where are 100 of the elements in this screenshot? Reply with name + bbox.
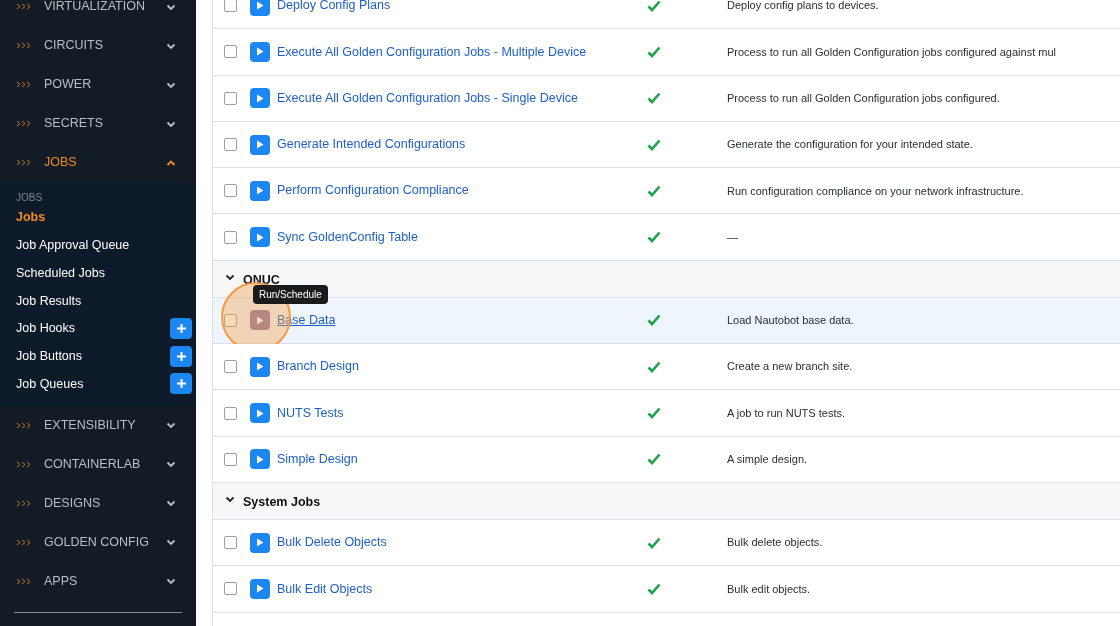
add-button[interactable] bbox=[170, 345, 192, 367]
play-icon bbox=[256, 584, 264, 594]
sidebar-section[interactable]: POWER bbox=[0, 65, 196, 104]
play-icon bbox=[256, 1, 264, 11]
sidebar-section[interactable]: SECRETS bbox=[0, 104, 196, 143]
job-name-link[interactable]: Execute All Golden Configuration Jobs - Multiple Device bbox=[277, 42, 647, 62]
row-checkbox[interactable] bbox=[223, 406, 237, 420]
job-description: A simple design. bbox=[727, 452, 808, 468]
section-label: CONTAINERLAB bbox=[44, 455, 142, 473]
chevrons-icon bbox=[16, 499, 32, 507]
play-icon bbox=[256, 315, 264, 325]
sidebar-section[interactable]: JOBS bbox=[0, 143, 196, 182]
job-description: Load Nautobot base data. bbox=[727, 313, 854, 329]
run-button[interactable] bbox=[250, 88, 270, 109]
add-button[interactable] bbox=[170, 318, 192, 340]
play-icon bbox=[256, 93, 264, 103]
chevron-down-icon bbox=[166, 498, 176, 509]
submenu-item[interactable]: Scheduled Jobs bbox=[16, 263, 192, 283]
play-icon bbox=[256, 232, 264, 242]
row-checkbox[interactable] bbox=[223, 452, 237, 466]
job-description: Generate the configuration for your intended state. bbox=[727, 137, 973, 153]
submenu-item[interactable]: Job Buttons bbox=[16, 346, 170, 366]
play-icon bbox=[256, 408, 264, 418]
run-button[interactable] bbox=[250, 578, 270, 599]
run-button[interactable] bbox=[250, 41, 270, 62]
row-checkbox[interactable] bbox=[223, 0, 237, 13]
tooltip: Run/Schedule bbox=[253, 284, 328, 304]
row-checkbox[interactable] bbox=[223, 230, 237, 244]
run-button[interactable] bbox=[250, 356, 270, 377]
chevron-down-icon bbox=[166, 537, 176, 548]
job-name-link[interactable]: Bulk Edit Objects bbox=[277, 579, 647, 599]
job-description: Bulk delete objects. bbox=[727, 535, 823, 551]
row-checkbox[interactable] bbox=[223, 184, 237, 198]
plus-icon bbox=[175, 323, 187, 335]
sidebar-section[interactable]: DESIGNS bbox=[0, 483, 196, 523]
section-label: CIRCUITS bbox=[44, 37, 105, 55]
run-button[interactable] bbox=[250, 227, 270, 248]
play-icon bbox=[256, 140, 264, 150]
chevron-down-icon bbox=[166, 576, 176, 587]
run-button[interactable] bbox=[250, 449, 270, 470]
submenu-item[interactable]: Job Queues bbox=[16, 374, 170, 394]
job-name-link[interactable]: Perform Configuration Compliance bbox=[277, 181, 647, 201]
submenu-item[interactable]: Job Approval Queue bbox=[16, 236, 192, 255]
job-description: Run configuration compliance on your network infrastructure. bbox=[727, 183, 1024, 199]
play-icon bbox=[256, 362, 264, 372]
section-label: DESIGNS bbox=[44, 494, 102, 512]
job-name-link[interactable]: Generate Intended Configurations bbox=[277, 135, 647, 154]
sidebar-section[interactable]: VIRTUALIZATION bbox=[0, 0, 196, 26]
job-name-link[interactable]: NUTS Tests bbox=[277, 403, 647, 423]
sidebar-section[interactable]: CIRCUITS bbox=[0, 26, 196, 65]
sidebar-section[interactable]: EXTENSIBILITY bbox=[0, 405, 196, 445]
run-button[interactable] bbox=[250, 0, 270, 16]
job-name-link[interactable]: Simple Design bbox=[277, 449, 647, 469]
sidebar-section[interactable]: GOLDEN CONFIG bbox=[0, 522, 196, 562]
job-description: Process to run all Golden Configuration jobs configured against mul bbox=[727, 44, 1056, 60]
row-checkbox[interactable] bbox=[223, 138, 237, 152]
section-label: EXTENSIBILITY bbox=[44, 416, 137, 434]
job-name-link[interactable]: Bulk Delete Objects bbox=[277, 533, 647, 552]
job-name-link[interactable]: Execute All Golden Configuration Jobs - Single Device bbox=[277, 88, 647, 108]
chevrons-icon bbox=[16, 3, 32, 10]
job-description: Deploy config plans to devices. bbox=[727, 0, 879, 14]
chevrons-icon bbox=[16, 577, 32, 585]
group-header[interactable]: System Jobs bbox=[213, 482, 1120, 520]
chevron-down-icon bbox=[166, 420, 176, 431]
job-name-link[interactable]: Deploy Config Plans bbox=[277, 0, 647, 15]
sidebar-section[interactable]: APPS bbox=[0, 561, 196, 601]
run-button[interactable] bbox=[250, 134, 270, 155]
plus-icon bbox=[175, 378, 187, 390]
section-label: JOBS bbox=[44, 154, 78, 172]
run-button[interactable] bbox=[250, 180, 270, 201]
section-label: APPS bbox=[44, 572, 79, 590]
sidebar-section[interactable]: CONTAINERLAB bbox=[0, 444, 196, 484]
group-title: System Jobs bbox=[243, 493, 321, 511]
run-button[interactable] bbox=[250, 532, 270, 553]
job-description: Create a new branch site. bbox=[727, 359, 853, 375]
job-description: A job to run NUTS tests. bbox=[727, 405, 845, 421]
row-checkbox[interactable] bbox=[223, 582, 237, 596]
submenu-item[interactable]: Job Results bbox=[16, 291, 192, 311]
run-button[interactable] bbox=[250, 310, 270, 331]
job-name-link[interactable]: Sync GoldenConfig Table bbox=[277, 227, 647, 247]
run-button[interactable] bbox=[250, 403, 270, 423]
row-checkbox[interactable] bbox=[223, 91, 237, 105]
chevrons-icon bbox=[16, 421, 32, 429]
chevrons-icon bbox=[16, 42, 32, 49]
chevrons-icon bbox=[16, 460, 32, 468]
row-checkbox[interactable] bbox=[223, 313, 237, 327]
row-checkbox[interactable] bbox=[223, 360, 237, 374]
chevrons-icon bbox=[16, 538, 32, 546]
row-checkbox[interactable] bbox=[223, 536, 237, 550]
add-button[interactable] bbox=[170, 373, 192, 395]
section-label: SECRETS bbox=[44, 115, 105, 133]
submenu-heading: JOBS bbox=[15, 191, 44, 204]
submenu-item[interactable]: Job Hooks bbox=[16, 319, 170, 338]
job-description: — bbox=[727, 229, 738, 245]
section-label: POWER bbox=[44, 76, 93, 94]
row-checkbox[interactable] bbox=[223, 45, 237, 59]
submenu-item[interactable]: Jobs bbox=[16, 208, 192, 228]
section-label: VIRTUALIZATION bbox=[44, 0, 146, 16]
job-name-link[interactable]: Branch Design bbox=[277, 357, 647, 377]
plus-icon bbox=[175, 350, 187, 362]
